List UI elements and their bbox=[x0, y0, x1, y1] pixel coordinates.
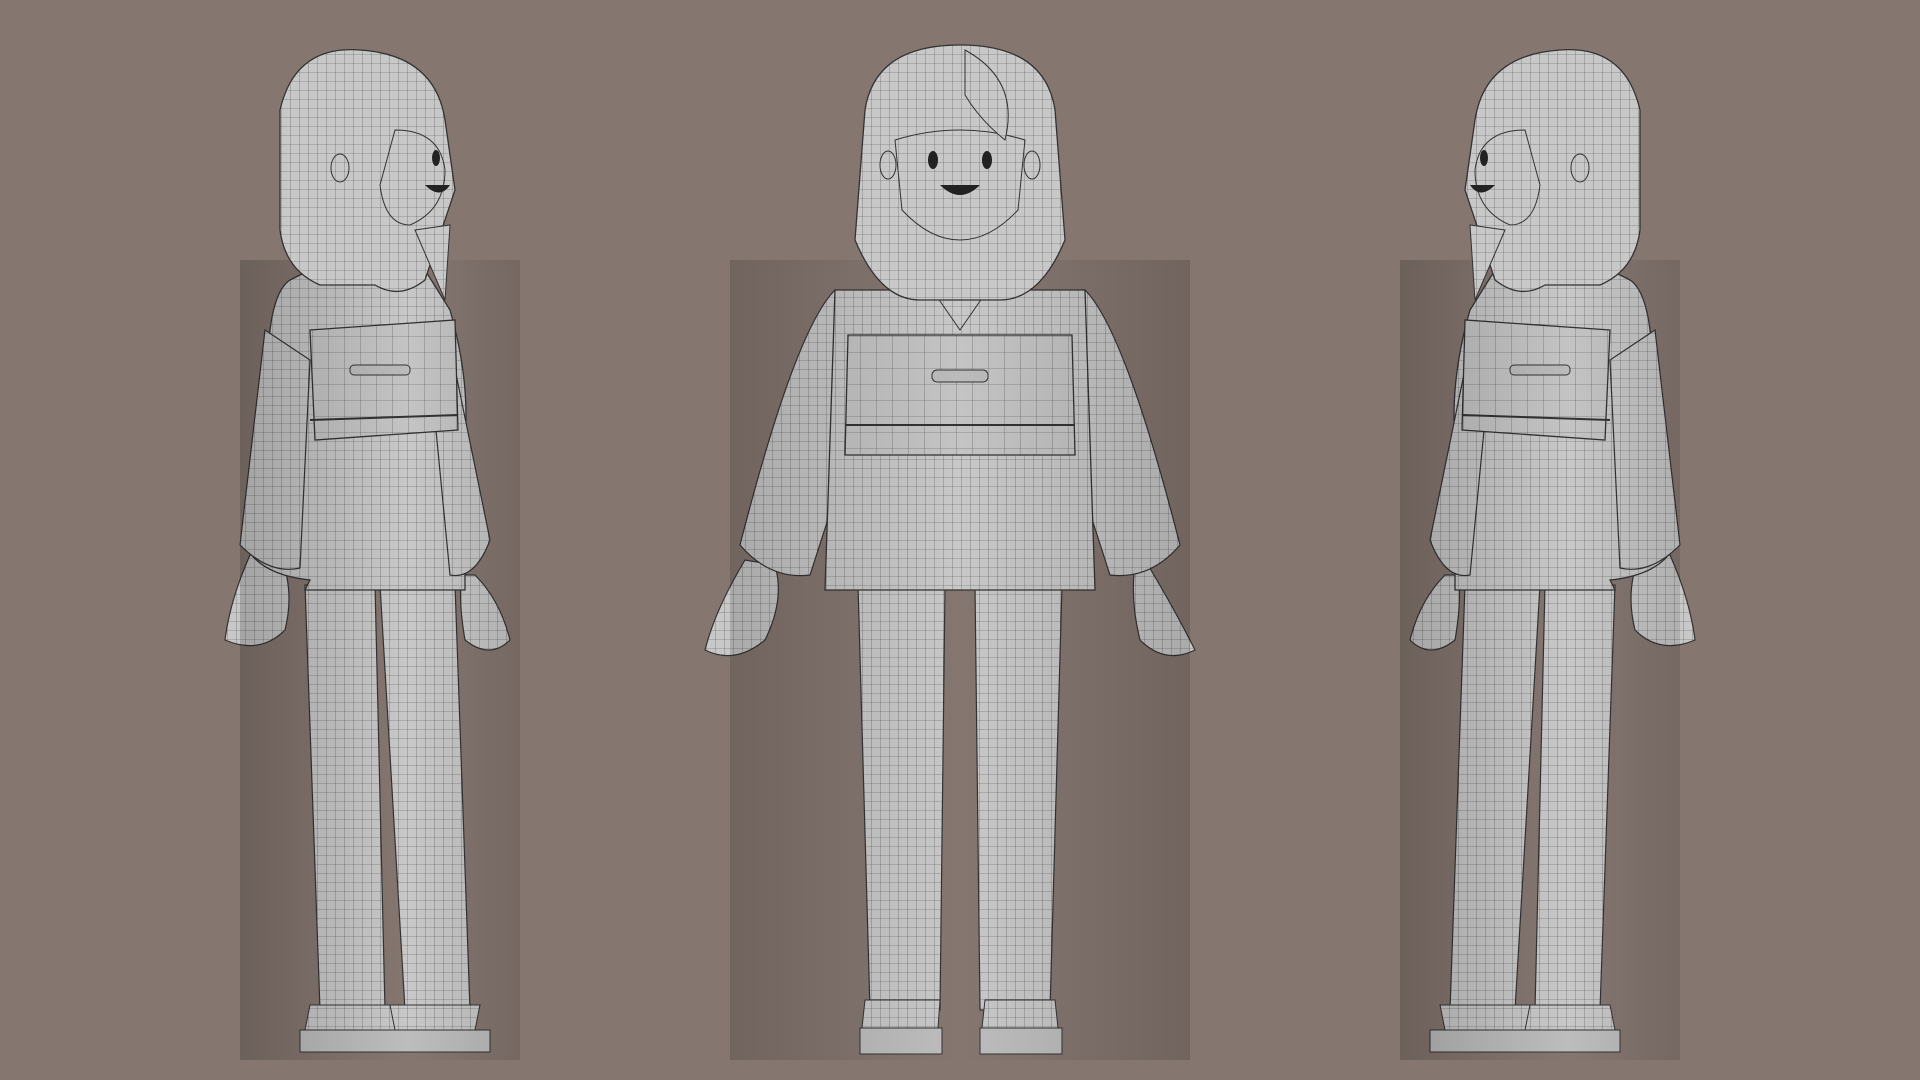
front-view bbox=[700, 0, 1220, 1080]
3d-viewport[interactable] bbox=[0, 0, 1920, 1080]
character-model-left bbox=[224, 49, 520, 1060]
eye-icon bbox=[928, 151, 938, 169]
left-three-quarter-view bbox=[200, 0, 720, 1080]
right-three-quarter-view bbox=[1200, 0, 1720, 1080]
eye-icon bbox=[432, 150, 440, 166]
character-model-front bbox=[704, 44, 1196, 1060]
eye-icon bbox=[982, 151, 992, 169]
character-model-right bbox=[1400, 49, 1696, 1060]
